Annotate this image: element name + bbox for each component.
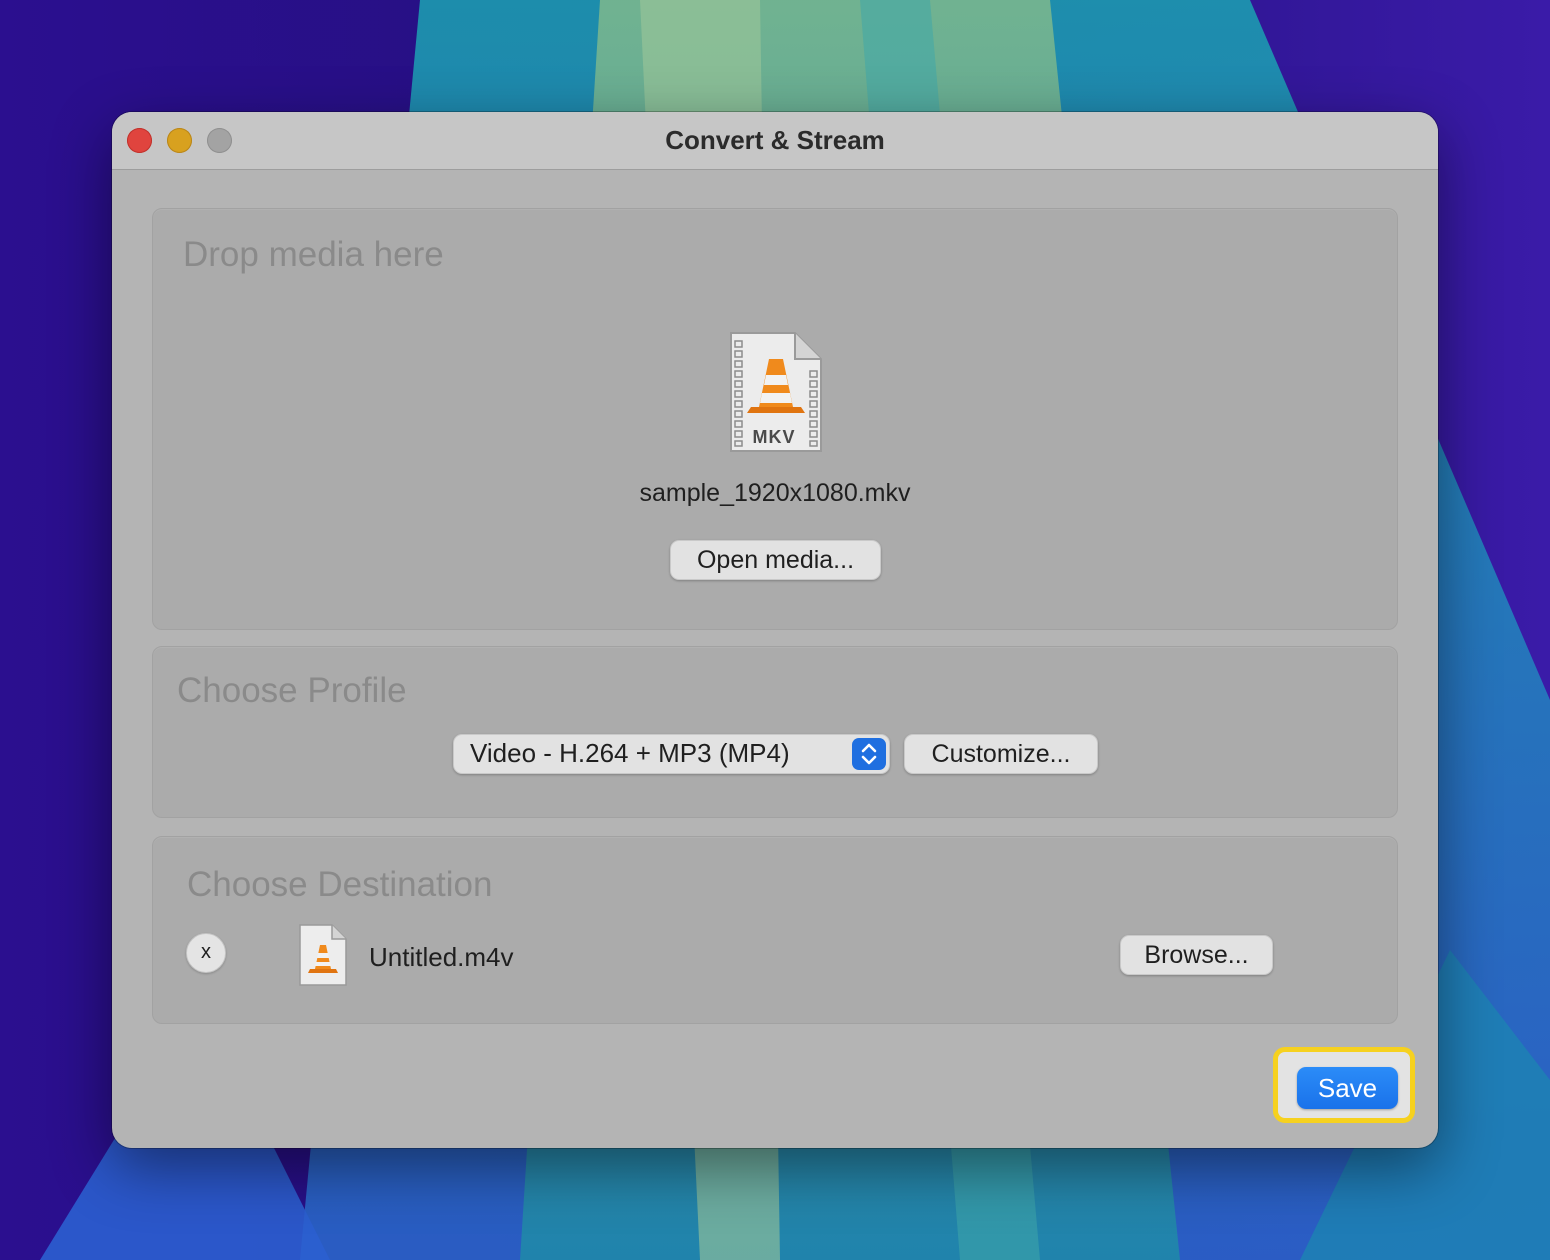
choose-destination-heading: Choose Destination [187, 865, 493, 904]
open-media-button[interactable]: Open media... [670, 540, 881, 580]
source-file-name: sample_1920x1080.mkv [639, 479, 911, 507]
select-stepper-icon [852, 738, 886, 770]
vlc-file-icon [299, 924, 347, 986]
remove-destination-button[interactable]: x [186, 933, 226, 973]
destination-file-name: Untitled.m4v [369, 942, 514, 972]
profile-select-value: Video - H.264 + MP3 (MP4) [470, 738, 790, 768]
title-bar[interactable]: Convert & Stream [112, 112, 1438, 170]
convert-stream-window: Convert & Stream Drop media here MKV sam… [112, 112, 1438, 1148]
drop-media-panel[interactable]: Drop media here MKV sample_1920x1080.mkv… [152, 208, 1398, 630]
browse-button[interactable]: Browse... [1120, 935, 1273, 975]
drop-media-heading: Drop media here [183, 235, 444, 274]
mkv-badge: MKV [752, 427, 796, 447]
choose-profile-panel: Choose Profile Video - H.264 + MP3 (MP4)… [152, 646, 1398, 818]
choose-profile-heading: Choose Profile [177, 671, 407, 710]
save-button[interactable]: Save [1297, 1067, 1398, 1109]
customize-button[interactable]: Customize... [904, 734, 1098, 774]
choose-destination-panel: Choose Destination x Untitled.m4v Browse… [152, 836, 1398, 1024]
window-title: Convert & Stream [665, 125, 885, 155]
profile-select[interactable]: Video - H.264 + MP3 (MP4) [453, 734, 890, 774]
